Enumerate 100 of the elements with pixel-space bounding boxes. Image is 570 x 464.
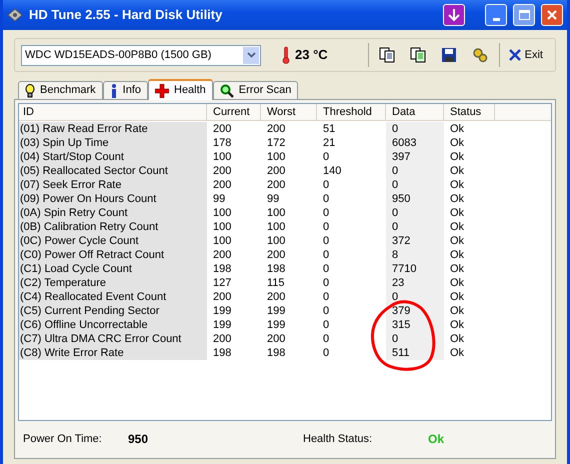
table-cell-text: 0 <box>322 220 330 234</box>
table-cell: (0B) Calibration Retry Count <box>19 220 207 234</box>
table-cell: 8 <box>386 248 444 262</box>
table-cell-text: 200 <box>212 122 232 136</box>
table-cell-text: 200 <box>212 332 232 346</box>
table-cell-text: 100 <box>266 206 286 220</box>
table-cell: 0 <box>386 220 444 234</box>
table-cell: 0 <box>386 206 444 220</box>
down-arrow-icon <box>448 8 460 22</box>
cross-icon <box>155 84 169 98</box>
table-cell: (C2) Temperature <box>19 276 207 290</box>
tab[interactable]: Info <box>102 81 148 99</box>
drive-name: WDC WD15EADS-00P8B0 (1500 GB) <box>25 48 212 63</box>
table-cell: (05) Reallocated Sector Count <box>19 164 207 178</box>
table-cell-text: 0 <box>322 332 330 346</box>
search-icon <box>220 84 234 98</box>
table-cell-text: 200 <box>266 164 286 178</box>
table-cell: (C6) Offline Uncorrectable <box>19 318 207 332</box>
table-cell-text: 0 <box>322 192 330 206</box>
power-on-value: 950 <box>128 431 150 448</box>
table-cell: (C8) Write Error Rate <box>19 346 207 360</box>
table-cell-text: 100 <box>212 234 232 248</box>
table-cell: 0 <box>386 178 444 192</box>
table-cell-text: 0 <box>322 262 330 276</box>
bulb-icon <box>25 84 35 98</box>
table-cell-text: Ok <box>449 192 466 206</box>
copy-button[interactable] <box>376 45 397 65</box>
table-cell: 6083 <box>386 136 444 150</box>
table-cell-text: Ok <box>449 332 466 346</box>
table-cell-text: 198 <box>266 346 286 360</box>
copy-all-button[interactable] <box>408 45 428 65</box>
table-cell-text: 178 <box>212 136 232 150</box>
download-button[interactable] <box>443 4 465 26</box>
table-cell-text: Ok <box>449 346 466 360</box>
table-cell: 0 <box>386 332 444 346</box>
drive-dropdown[interactable]: WDC WD15EADS-00P8B0 (1500 GB) <box>21 44 261 66</box>
table-cell-text: 0 <box>322 346 330 360</box>
table-cell-text: Ok <box>449 262 466 276</box>
table-cell-text: 0 <box>322 150 330 164</box>
table-cell: (C1) Load Cycle Count <box>19 262 207 276</box>
table-cell-text: 172 <box>266 136 286 150</box>
exit-button[interactable]: Exit <box>508 46 549 64</box>
column-header[interactable]: Current <box>207 104 261 120</box>
table-cell-text: Ok <box>449 178 466 192</box>
table-cell-text: Ok <box>449 304 466 318</box>
table-cell-text: 0 <box>322 290 330 304</box>
table-cell: 372 <box>386 234 444 248</box>
close-icon <box>546 9 558 21</box>
tab[interactable]: Health <box>148 79 213 100</box>
table-cell-text: 21 <box>322 136 336 150</box>
table-cell: 0 <box>386 122 444 136</box>
table-cell-text: 100 <box>266 220 286 234</box>
minimize-button[interactable] <box>485 4 507 26</box>
table-cell-text: 199 <box>212 318 232 332</box>
copy-icon <box>378 47 395 63</box>
table-cell-text: 200 <box>266 290 286 304</box>
table-cell-text: 0 <box>322 248 330 262</box>
window-title: HD Tune 2.55 - Hard Disk Utility <box>29 6 222 24</box>
minimize-icon <box>492 18 500 21</box>
table-cell-text: 200 <box>212 248 232 262</box>
table-cell: 23 <box>386 276 444 290</box>
column-header[interactable]: Threshold <box>317 104 386 120</box>
table-cell-text: 199 <box>212 304 232 318</box>
info-icon <box>110 84 118 98</box>
table-cell-text: 0 <box>322 178 330 192</box>
close-button[interactable] <box>541 4 563 26</box>
table-cell-text: 198 <box>212 346 232 360</box>
table-cell-text: 99 <box>266 192 280 206</box>
tab[interactable]: Benchmark <box>18 81 103 99</box>
table-cell: (03) Spin Up Time <box>19 136 207 150</box>
table-cell: (01) Raw Read Error Rate <box>19 122 207 136</box>
table-cell: (C5) Current Pending Sector <box>19 304 207 318</box>
table-cell-text: Ok <box>449 318 466 332</box>
column-header[interactable]: Worst <box>261 104 317 120</box>
maximize-button[interactable] <box>513 4 535 26</box>
table-cell-text: Ok <box>449 150 466 164</box>
table-cell: 0 <box>386 164 444 178</box>
column-header[interactable]: ID <box>19 104 207 120</box>
table-cell: (0C) Power Cycle Count <box>19 234 207 248</box>
table-cell-text: 200 <box>266 178 286 192</box>
table-cell-text: 200 <box>212 290 232 304</box>
table-cell-text: 100 <box>212 206 232 220</box>
table-cell: (07) Seek Error Rate <box>19 178 207 192</box>
table-cell: (04) Start/Stop Count <box>19 150 207 164</box>
table-cell-text: 200 <box>212 164 232 178</box>
table-cell: 511 <box>386 346 444 360</box>
table-cell-text: 100 <box>266 234 286 248</box>
table-cell-text: Ok <box>449 164 466 178</box>
health-status-label: Health Status: <box>303 432 374 447</box>
tab[interactable]: Error Scan <box>212 81 298 99</box>
table-cell-text: 0 <box>322 276 330 290</box>
table-cell-text: 199 <box>266 304 286 318</box>
health-status-value: Ok <box>428 431 444 448</box>
table-cell-text: 198 <box>212 262 232 276</box>
table-cell-text: Ok <box>449 248 466 262</box>
column-header[interactable]: Status <box>444 104 495 120</box>
gear-icon <box>472 47 488 63</box>
column-header[interactable]: Data <box>386 104 444 120</box>
table-cell: 950 <box>386 192 444 206</box>
table-cell-text: Ok <box>449 136 466 150</box>
